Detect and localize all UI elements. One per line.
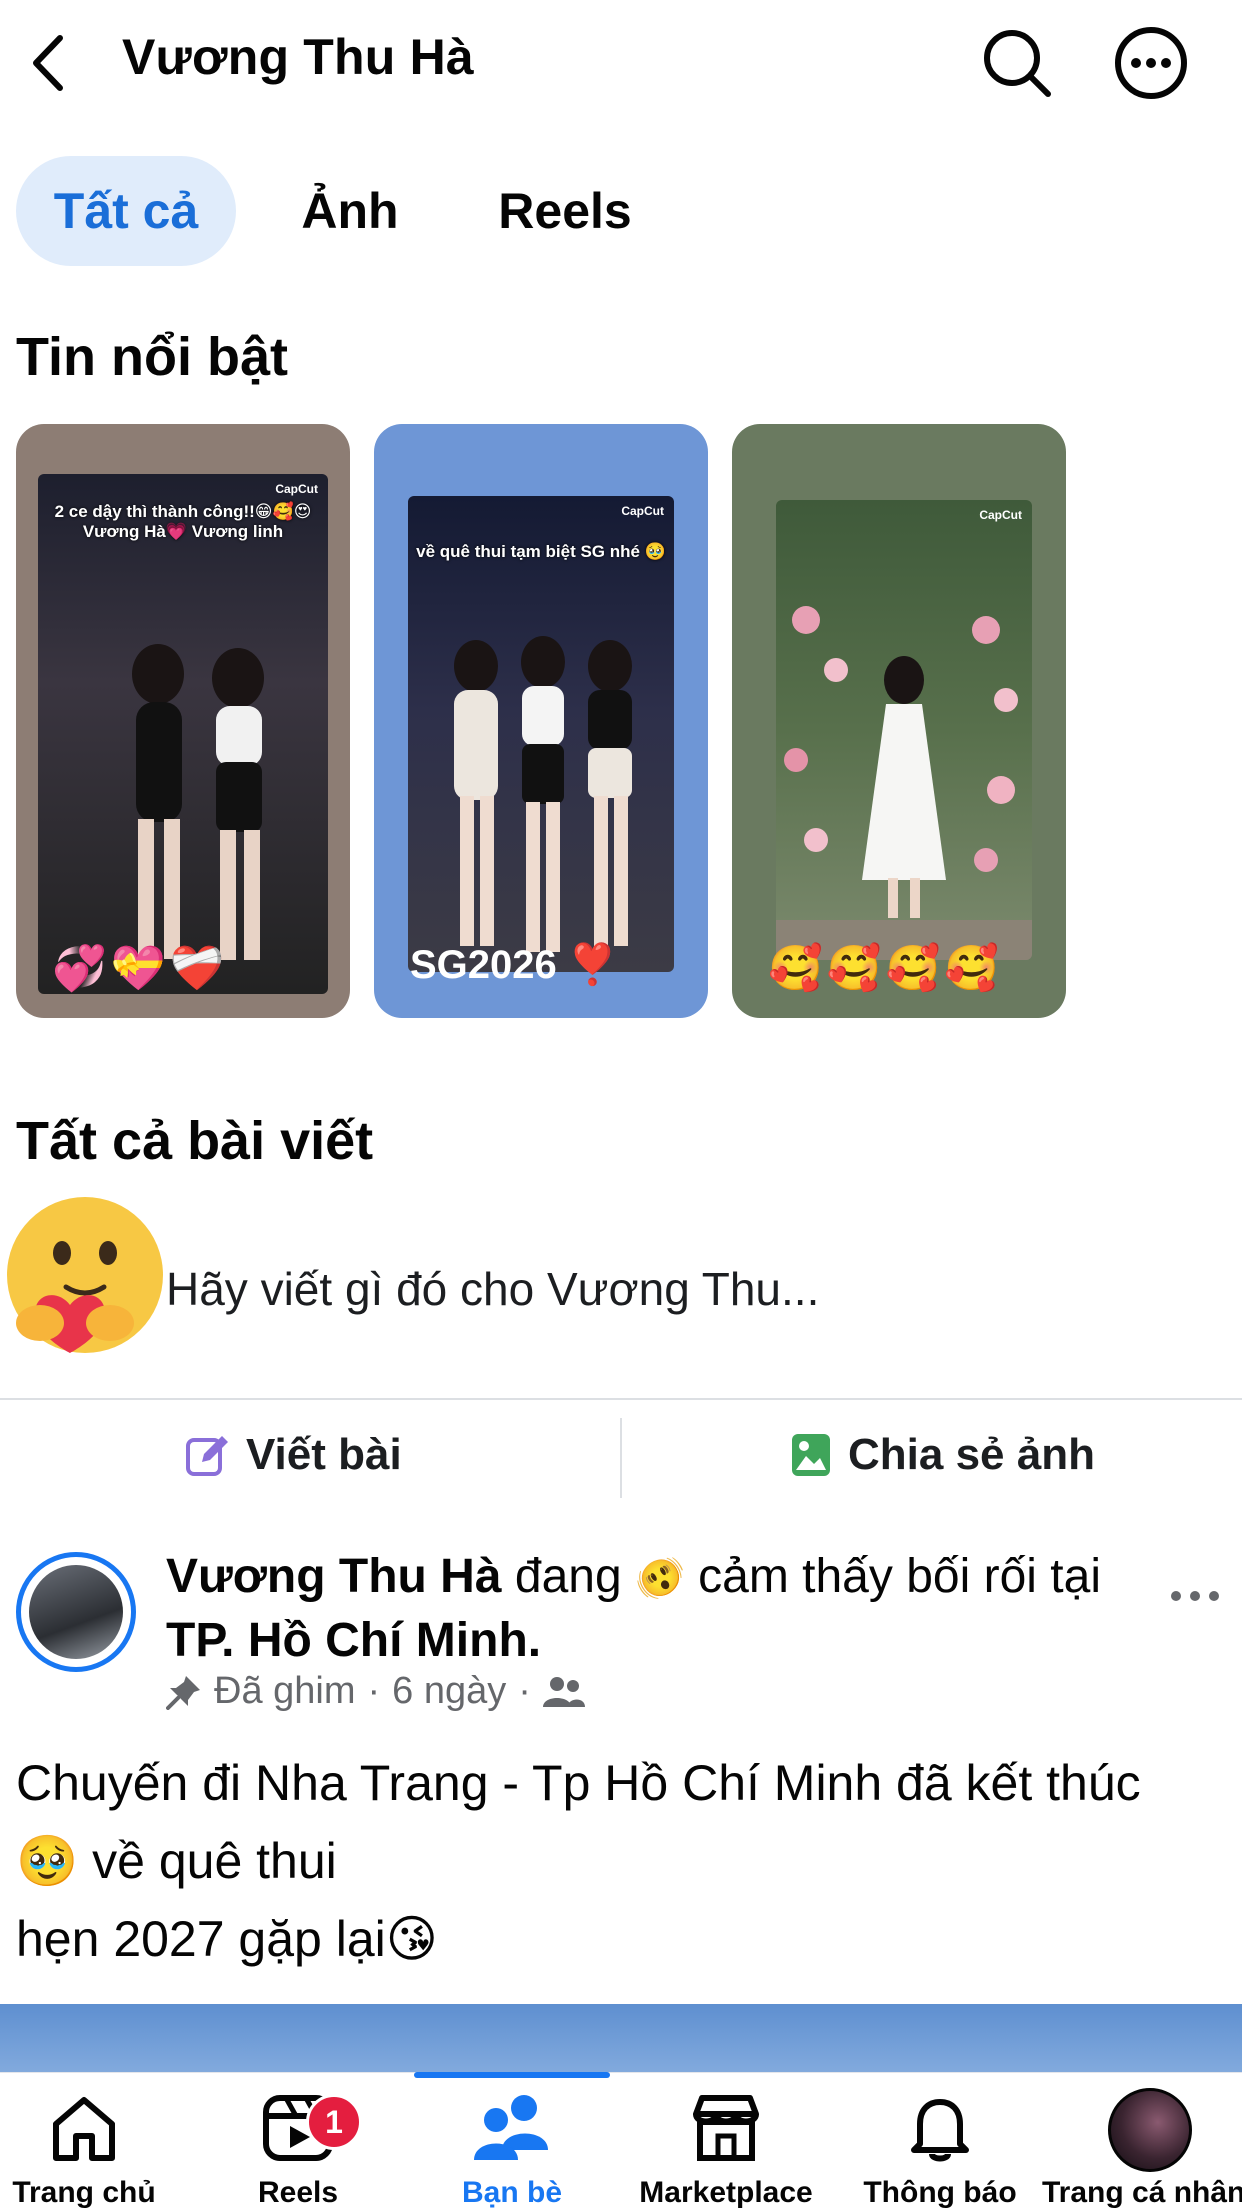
story-people-silhouette [454,636,632,952]
story-overlay-text: SG2026 ❣️ [410,943,618,987]
capcut-watermark: CapCut [621,504,664,518]
nav-label: Bạn bè [461,2176,563,2209]
search-icon [984,30,1051,97]
story-caption: 2 ce dậy thì thành công!!😁🥰😍 Vương Hà💗 V… [54,502,312,541]
story-people-silhouette [132,644,264,960]
story-card[interactable]: CapCut 2 ce dậy thì thành công!!😁🥰😍 Vươn… [16,424,350,1018]
all-posts-title: Tất cả bài viết [16,1111,374,1171]
page-title: Vương Thu Hà [122,29,474,85]
post-age: 6 ngày [392,1670,507,1712]
post-more-button[interactable] [1170,1560,1220,1618]
friends-icon [474,2095,548,2160]
story-overlay-text: 🥰🥰🥰🥰 [768,944,1004,993]
bell-icon [911,2099,969,2162]
divider [620,1418,622,1498]
top-bar: Vương Thu Hà [0,0,1242,130]
feeling-emoji: 🫨 [634,1557,685,1601]
more-options-button[interactable] [1112,24,1190,102]
tab-reels[interactable]: Reels [490,156,640,266]
story-caption: về quê thui tạm biệt SG nhé 🥹 [416,542,666,561]
nav-label: Reels [257,2176,339,2209]
home-icon [53,2097,115,2161]
profile-avatar [1108,2088,1192,2172]
edit-icon [186,1436,228,1476]
divider [0,1398,1242,1400]
story-thumbnail: CapCut 2 ce dậy thì thành công!!😁🥰😍 Vươn… [38,474,328,994]
capcut-watermark: CapCut [275,482,318,496]
post-meta: Đã ghim · 6 ngày · [166,1670,585,1713]
share-photo-label: Chia sẻ ảnh [848,1430,1095,1479]
pinned-label: Đã ghim [214,1670,356,1712]
write-post-button[interactable]: Viết bài [184,1420,402,1490]
story-thumbnail: CapCut về quê thui tạm biệt SG nhé 🥹 [408,496,674,972]
write-post-label: Viết bài [246,1430,402,1479]
meta-separator: · [367,1670,381,1712]
story-card[interactable]: CapCut về quê thui tạm biệt SG nhé 🥹 SG2… [374,424,708,1018]
nav-label: Trang cá nhân [1042,2176,1242,2209]
story-thumbnail: CapCut [776,500,1032,960]
nav-label: Thông báo [863,2176,1017,2209]
hug-emoji-icon [7,1197,163,1353]
more-icon [1115,27,1187,99]
post-line: 🥹 về quê thui [16,1833,337,1889]
post-author-avatar[interactable] [16,1552,136,1672]
care-reaction-avatar[interactable] [0,1195,170,1365]
post-location[interactable]: TP. Hồ Chí Minh. [166,1614,541,1667]
post-verb: đang [501,1550,635,1603]
highlights-title: Tin nổi bật [16,327,288,387]
avatar-photo [29,1565,123,1659]
chevron-left-icon [33,35,63,91]
photo-icon [792,1434,830,1476]
more-horizontal-icon [1171,1591,1219,1601]
post-line: Chuyến đi Nha Trang - Tp Hồ Chí Minh đã … [16,1755,1141,1811]
post-body: Chuyến đi Nha Trang - Tp Hồ Chí Minh đã … [16,1744,1226,1978]
tab-all[interactable]: Tất cả [16,156,236,266]
back-button[interactable] [22,28,82,98]
marketplace-icon [693,2095,759,2161]
nav-label: Trang chủ [12,2176,156,2209]
tab-photos[interactable]: Ảnh [290,156,410,266]
search-button[interactable] [978,24,1056,102]
post-header-text: Vương Thu Hà đang 🫨 cảm thấy bối rối tại… [166,1546,1106,1672]
story-overlay-text: 💞💝❤️‍🩹 [52,944,229,993]
composer-placeholder[interactable]: Hãy viết gì đó cho Vương Thu... [166,1262,819,1316]
friends-audience-icon [542,1676,585,1707]
post-feeling-text: cảm thấy bối rối tại [684,1550,1101,1603]
active-tab-indicator [414,2072,610,2078]
story-card[interactable]: CapCut 🥰🥰🥰🥰 [732,424,1066,1018]
nav-label: Marketplace [639,2176,813,2209]
notification-badge: 1 [306,2094,362,2150]
story-garden-scene [776,606,1032,960]
pin-icon [166,1675,200,1710]
post-line: hẹn 2027 gặp lại😘 [16,1911,438,1967]
meta-separator: · [518,1670,531,1712]
post-author-name[interactable]: Vương Thu Hà [166,1550,502,1603]
share-photo-button[interactable]: Chia sẻ ảnh [790,1420,1095,1490]
